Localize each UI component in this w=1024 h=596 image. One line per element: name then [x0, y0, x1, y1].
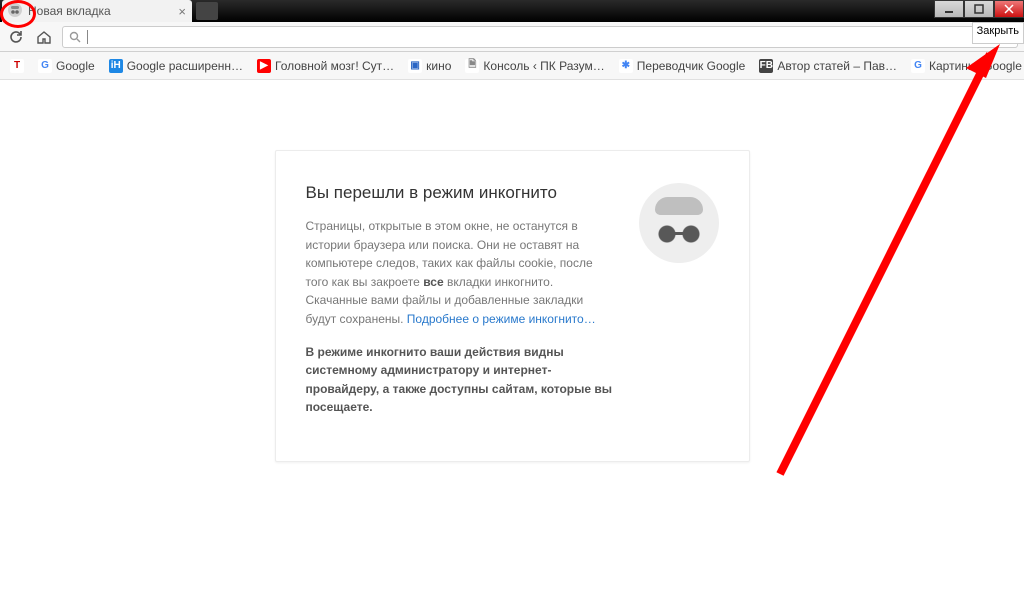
bookmark-item[interactable]: FB Автор статей – Пав…: [755, 57, 901, 75]
address-bar[interactable]: [62, 26, 1018, 48]
maximize-button[interactable]: [964, 0, 994, 18]
bookmark-label: Головной мозг! Сут…: [275, 59, 394, 73]
window-controls: [934, 0, 1024, 18]
bookmark-favicon: 🗎: [465, 59, 479, 73]
close-tooltip: Закрыть: [972, 22, 1024, 44]
bookmark-favicon: G: [911, 59, 925, 73]
new-tab-button[interactable]: [196, 2, 218, 20]
bookmark-label: Google: [56, 59, 95, 73]
browser-tab[interactable]: Новая вкладка ×: [2, 0, 192, 22]
search-icon: [69, 31, 81, 43]
bookmark-label: кино: [426, 59, 451, 73]
bookmark-item[interactable]: T: [6, 57, 28, 75]
reload-button[interactable]: [6, 27, 26, 47]
minimize-button[interactable]: [934, 0, 964, 18]
page-content: Вы перешли в режим инкогнито Страницы, о…: [0, 80, 1024, 462]
bookmark-item[interactable]: iH Google расширенн…: [105, 57, 247, 75]
bookmark-label: Google расширенн…: [127, 59, 243, 73]
bookmark-favicon: ✱: [619, 59, 633, 73]
incognito-card: Вы перешли в режим инкогнито Страницы, о…: [275, 150, 750, 462]
bookmark-item[interactable]: G Google: [34, 57, 99, 75]
tab-title: Новая вкладка: [28, 4, 111, 18]
incognito-title: Вы перешли в режим инкогнито: [306, 183, 617, 203]
incognito-text: Вы перешли в режим инкогнито Страницы, о…: [306, 183, 617, 431]
window-titlebar: Новая вкладка ×: [0, 0, 1024, 22]
bookmark-label: Картинки Google: [929, 59, 1022, 73]
bookmark-favicon: ▶: [257, 59, 271, 73]
window-close-button[interactable]: [994, 0, 1024, 18]
incognito-paragraph-1: Страницы, открытые в этом окне, не остан…: [306, 217, 617, 329]
bookmark-item[interactable]: G Картинки Google: [907, 57, 1024, 75]
tab-close-icon[interactable]: ×: [178, 4, 186, 19]
bookmark-item[interactable]: ▶ Головной мозг! Сут…: [253, 57, 398, 75]
toolbar: Закрыть: [0, 22, 1024, 52]
bookmark-favicon: iH: [109, 59, 123, 73]
bookmark-favicon: ▣: [408, 59, 422, 73]
bookmark-item[interactable]: 🗎 Консоль ‹ ПК Разум…: [461, 57, 608, 75]
incognito-tab-icon: [8, 3, 22, 20]
bookmark-item[interactable]: ▣ кино: [404, 57, 455, 75]
incognito-learn-more-link[interactable]: Подробнее о режиме инкогнито…: [407, 312, 596, 326]
bookmark-favicon: FB: [759, 59, 773, 73]
bookmark-label: Автор статей – Пав…: [777, 59, 897, 73]
bookmark-item[interactable]: ✱ Переводчик Google: [615, 57, 750, 75]
incognito-paragraph-2: В режиме инкогнито ваши действия видны с…: [306, 343, 617, 417]
home-button[interactable]: [34, 27, 54, 47]
bookmark-favicon: T: [10, 59, 24, 73]
bookmark-label: Консоль ‹ ПК Разум…: [483, 59, 604, 73]
incognito-icon: [639, 183, 719, 263]
bookmark-favicon: G: [38, 59, 52, 73]
bookmark-label: Переводчик Google: [637, 59, 746, 73]
bookmarks-bar: TGGoogleiHGoogle расширенн…▶Головной моз…: [0, 52, 1024, 80]
